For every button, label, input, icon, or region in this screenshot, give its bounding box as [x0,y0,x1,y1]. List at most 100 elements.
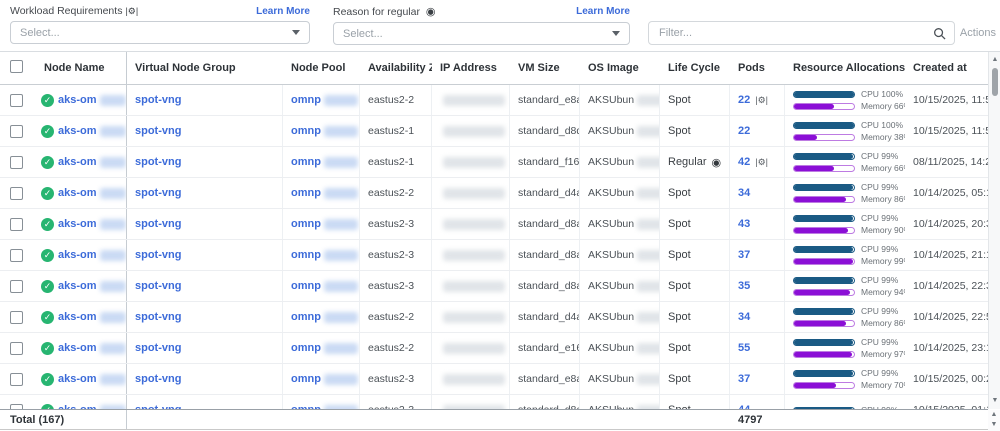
virtual-node-group-link[interactable]: spot-vng [135,249,181,261]
virtual-node-group-link[interactable]: spot-vng [135,311,181,323]
pods-count-link[interactable]: 22 [738,94,750,106]
node-pool-link[interactable]: omnp [291,249,321,261]
node-name-link[interactable]: aks-om [58,342,97,354]
node-pool-link[interactable]: omnp [291,125,321,137]
memory-allocation-bar [793,258,855,265]
node-healthy-icon: ✓ [41,125,54,138]
scrollbar-thumb[interactable] [992,68,998,96]
redacted-os-image [637,281,660,292]
column-header-created-at[interactable]: Created at [905,62,988,74]
life-cycle-value: Spot [668,125,691,137]
workload-requirements-icon: |⚙| [755,95,768,106]
redacted-node-name [100,188,126,199]
row-checkbox[interactable] [10,373,23,386]
column-header-vm-size[interactable]: VM Size [510,62,580,74]
row-checkbox[interactable] [10,280,23,293]
filter-input[interactable] [657,26,933,40]
availability-zone-value: eastus2-2 [368,342,414,354]
created-at-value: 10/15/2025, 11:50... [913,94,988,106]
pods-count-link[interactable]: 37 [738,373,750,385]
node-name-link[interactable]: aks-om [58,218,97,230]
column-header-node-name[interactable]: Node Name [36,52,127,84]
reason-learn-more-link[interactable]: Learn More [576,6,630,17]
redacted-node-pool [324,219,358,230]
row-checkbox[interactable] [10,249,23,262]
footer-scroll-down-arrow[interactable]: ▼ [988,419,1000,431]
node-pool-link[interactable]: omnp [291,94,321,106]
scroll-up-arrow[interactable]: ▲ [989,54,1000,66]
select-all-checkbox[interactable] [10,60,23,73]
node-name-link[interactable]: aks-om [58,373,97,385]
node-pool-link[interactable]: omnp [291,311,321,323]
memory-allocation-label: Memory 86% [861,194,905,204]
table-row: ✓ aks-om spot-vng omnp eastus2-1 standar… [0,116,988,147]
reason-for-regular-select[interactable]: Select... [333,22,630,45]
chevron-down-icon [612,31,620,36]
redacted-os-image [637,250,660,261]
column-header-resource-allocations[interactable]: Resource Allocations ↓ ≡ [785,62,905,74]
cpu-allocation-label: CPU 100% [861,120,903,130]
created-at-value: 10/15/2025, 11:53... [913,125,988,137]
column-header-pods[interactable]: Pods [730,62,785,74]
row-checkbox[interactable] [10,156,23,169]
virtual-node-group-link[interactable]: spot-vng [135,373,181,385]
node-name-link[interactable]: aks-om [58,94,97,106]
virtual-node-group-link[interactable]: spot-vng [135,187,181,199]
redacted-os-image [637,188,660,199]
node-name-link[interactable]: aks-om [58,156,97,168]
pods-count-link[interactable]: 22 [738,125,750,137]
redacted-node-pool [324,95,358,106]
node-name-link[interactable]: aks-om [58,280,97,292]
column-header-availability-zone[interactable]: Availability Zone [360,62,432,74]
node-pool-link[interactable]: omnp [291,187,321,199]
workload-requirements-select[interactable]: Select... [10,21,310,44]
pods-total-value: 4797 [730,414,785,426]
column-header-virtual-node-group[interactable]: Virtual Node Group [127,62,283,74]
pods-count-link[interactable]: 43 [738,218,750,230]
node-pool-link[interactable]: omnp [291,218,321,230]
pods-count-link[interactable]: 34 [738,311,750,323]
node-name-link[interactable]: aks-om [58,249,97,261]
row-checkbox[interactable] [10,342,23,355]
node-pool-link[interactable]: omnp [291,156,321,168]
row-checkbox[interactable] [10,187,23,200]
cpu-allocation-bar [793,308,855,315]
row-checkbox[interactable] [10,94,23,107]
column-header-life-cycle[interactable]: Life Cycle [660,62,730,74]
node-pool-link[interactable]: omnp [291,373,321,385]
row-checkbox[interactable] [10,311,23,324]
pods-count-link[interactable]: 55 [738,342,750,354]
column-header-os-image[interactable]: OS Image [580,62,660,74]
workload-learn-more-link[interactable]: Learn More [256,6,310,17]
virtual-node-group-link[interactable]: spot-vng [135,218,181,230]
memory-allocation-bar [793,165,855,172]
pods-count-link[interactable]: 37 [738,249,750,261]
node-pool-link[interactable]: omnp [291,280,321,292]
vm-size-value: standard_d8ds_v6 [518,125,580,137]
pods-count-link[interactable]: 42 [738,156,750,168]
redacted-os-image [637,312,660,323]
table-row: ✓ aks-om spot-vng omnp eastus2-3 standar… [0,209,988,240]
cpu-allocation-bar [793,215,855,222]
created-at-value: 10/14/2025, 23:1... [913,342,988,354]
node-name-link[interactable]: aks-om [58,125,97,137]
scroll-down-arrow[interactable]: ▼ [989,395,1000,407]
virtual-node-group-link[interactable]: spot-vng [135,342,181,354]
redacted-node-name [100,250,126,261]
pods-count-link[interactable]: 35 [738,280,750,292]
actions-button[interactable]: Actions [960,27,996,39]
row-checkbox[interactable] [10,218,23,231]
node-pool-link[interactable]: omnp [291,342,321,354]
node-name-link[interactable]: aks-om [58,311,97,323]
virtual-node-group-link[interactable]: spot-vng [135,125,181,137]
node-name-link[interactable]: aks-om [58,187,97,199]
row-checkbox[interactable] [10,125,23,138]
os-image-value: AKSUbun [588,187,634,199]
column-header-ip-address[interactable]: IP Address [432,62,510,74]
virtual-node-group-link[interactable]: spot-vng [135,156,181,168]
virtual-node-group-link[interactable]: spot-vng [135,280,181,292]
virtual-node-group-link[interactable]: spot-vng [135,94,181,106]
pods-count-link[interactable]: 34 [738,187,750,199]
created-at-value: 10/14/2025, 20:3... [913,218,988,230]
column-header-node-pool[interactable]: Node Pool [283,62,360,74]
